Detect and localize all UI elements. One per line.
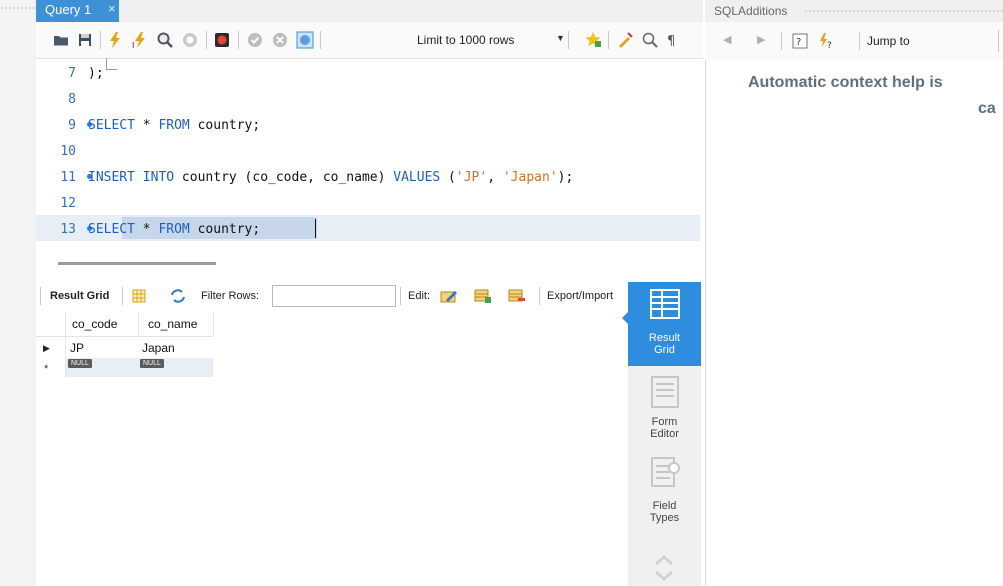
tab-label: Types	[649, 512, 680, 524]
toolbar-separator	[608, 31, 609, 49]
toolbar-separator	[238, 31, 239, 49]
filter-rows-input[interactable]	[272, 285, 396, 307]
svg-text:¶: ¶	[667, 34, 675, 49]
back-icon[interactable]: ◀	[723, 33, 731, 46]
add-snippet-icon[interactable]	[584, 31, 602, 49]
context-help-message-continued: ca	[978, 100, 996, 117]
left-panel-edge	[0, 0, 36, 586]
editor-tab-bar	[36, 0, 703, 23]
execute-current-statement-icon[interactable]: I	[131, 31, 149, 49]
limit-rows-select[interactable]: Limit to 1000 rows	[417, 33, 514, 47]
sql-additions-toolbar: ◀ ▶ ? ? Jump to	[705, 22, 1003, 60]
toolbar-separator	[206, 31, 207, 49]
scroll-tabs-icon[interactable]	[652, 552, 676, 582]
open-folder-icon[interactable]	[52, 31, 70, 49]
jump-to-select[interactable]: Jump to	[867, 34, 910, 48]
tab-label: Grid	[654, 344, 675, 356]
line-number: 11	[60, 170, 76, 185]
sql-additions-title: SQLAdditions	[714, 4, 788, 18]
export-import-label[interactable]: Export/Import	[547, 290, 613, 302]
execute-icon[interactable]	[106, 31, 124, 49]
insert-row-icon[interactable]	[474, 288, 492, 304]
tab-label: Result	[648, 332, 681, 344]
toolbar-separator	[539, 287, 540, 305]
line-number: 13	[60, 222, 76, 237]
line-number: 9	[68, 118, 76, 133]
current-row-arrow-icon: ▶	[43, 343, 50, 353]
invisible-chars-icon[interactable]: ¶	[664, 31, 682, 49]
line-number: 8	[68, 92, 76, 107]
edit-row-icon[interactable]	[440, 288, 458, 304]
autocommit-icon[interactable]	[296, 31, 314, 49]
line-number: 10	[60, 144, 76, 159]
auto-context-help-icon[interactable]: ?	[817, 32, 835, 50]
panel-grip	[804, 9, 1003, 13]
stop-icon[interactable]	[181, 31, 199, 49]
tab-field-types[interactable]: Field Types	[628, 454, 701, 534]
sql-editor-toolbar: I Limit to 1000 rows ▼ ¶	[36, 22, 703, 59]
grid-column-divider	[138, 312, 139, 336]
filter-rows-label: Filter Rows:	[201, 290, 260, 302]
grid-cell[interactable]: Japan	[142, 341, 175, 355]
horizontal-scrollbar[interactable]	[58, 262, 216, 265]
result-grid-label: Result Grid	[50, 290, 110, 302]
svg-text:?: ?	[827, 41, 832, 50]
save-icon[interactable]	[76, 31, 94, 49]
column-header-co-name[interactable]: co_name	[148, 317, 197, 331]
forward-icon[interactable]: ▶	[757, 33, 765, 46]
toolbar-separator	[400, 287, 401, 305]
commit-icon[interactable]	[246, 31, 264, 49]
manual-context-help-icon[interactable]: ?	[791, 32, 809, 50]
svg-text:?: ?	[796, 37, 801, 48]
line-number: 7	[68, 66, 76, 81]
code-line: );	[88, 66, 104, 81]
beautify-icon[interactable]	[616, 31, 634, 49]
tab-title: Query 1	[45, 2, 92, 17]
line-number: 12	[60, 196, 76, 211]
fold-marker	[106, 58, 117, 70]
text-cursor	[315, 219, 316, 238]
toolbar-separator	[100, 31, 101, 49]
tab-label: Form	[651, 416, 678, 428]
code-line: SELECT * FROM country;	[88, 222, 261, 237]
new-row-asterisk-icon: *	[44, 363, 49, 375]
field-types-icon	[651, 457, 680, 487]
column-header-co-code[interactable]: co_code	[72, 317, 117, 331]
tab-label: Editor	[650, 428, 679, 440]
toggle-error-icon[interactable]	[213, 31, 231, 49]
result-grid[interactable]: co_code co_name ▶ JP Japan * NULL NULL	[36, 312, 216, 378]
grid-column-divider	[213, 312, 214, 336]
toolbar-separator	[40, 287, 41, 305]
tab-result-grid[interactable]: Result Grid	[622, 282, 701, 366]
toolbar-separator	[122, 287, 123, 305]
chevron-down-icon[interactable]: ▼	[556, 33, 565, 43]
tab-query-1[interactable]: Query 1 ×	[36, 0, 119, 22]
find-icon[interactable]	[641, 31, 659, 49]
result-side-tabs: Result Grid Form Editor Field Types	[622, 282, 701, 586]
rollback-icon[interactable]	[271, 31, 289, 49]
form-editor-icon	[651, 376, 679, 408]
close-tab-icon[interactable]: ×	[108, 1, 116, 16]
grid-cell[interactable]: JP	[70, 341, 84, 355]
null-badge[interactable]: NULL	[68, 359, 92, 368]
svg-text:I: I	[132, 41, 134, 49]
context-help-message: Automatic context help is	[748, 74, 943, 91]
toolbar-separator	[320, 31, 321, 49]
edit-label: Edit:	[408, 290, 431, 302]
code-line: INSERT INTO country (co_code, co_name) V…	[88, 170, 574, 185]
toolbar-separator	[568, 31, 569, 49]
explain-icon[interactable]	[156, 31, 174, 49]
null-badge[interactable]: NULL	[140, 359, 164, 368]
tab-label: Field	[652, 500, 677, 512]
refresh-icon[interactable]	[170, 289, 186, 303]
result-grid-icon	[650, 289, 680, 319]
code-line: SELECT * FROM country;	[88, 118, 261, 133]
tab-form-editor[interactable]: Form Editor	[628, 372, 701, 452]
grid-toggle-icon[interactable]	[132, 289, 146, 303]
toolbar-separator	[781, 32, 782, 50]
delete-row-icon[interactable]	[508, 288, 526, 304]
select-edge	[998, 30, 1003, 52]
toolbar-separator	[859, 32, 860, 50]
